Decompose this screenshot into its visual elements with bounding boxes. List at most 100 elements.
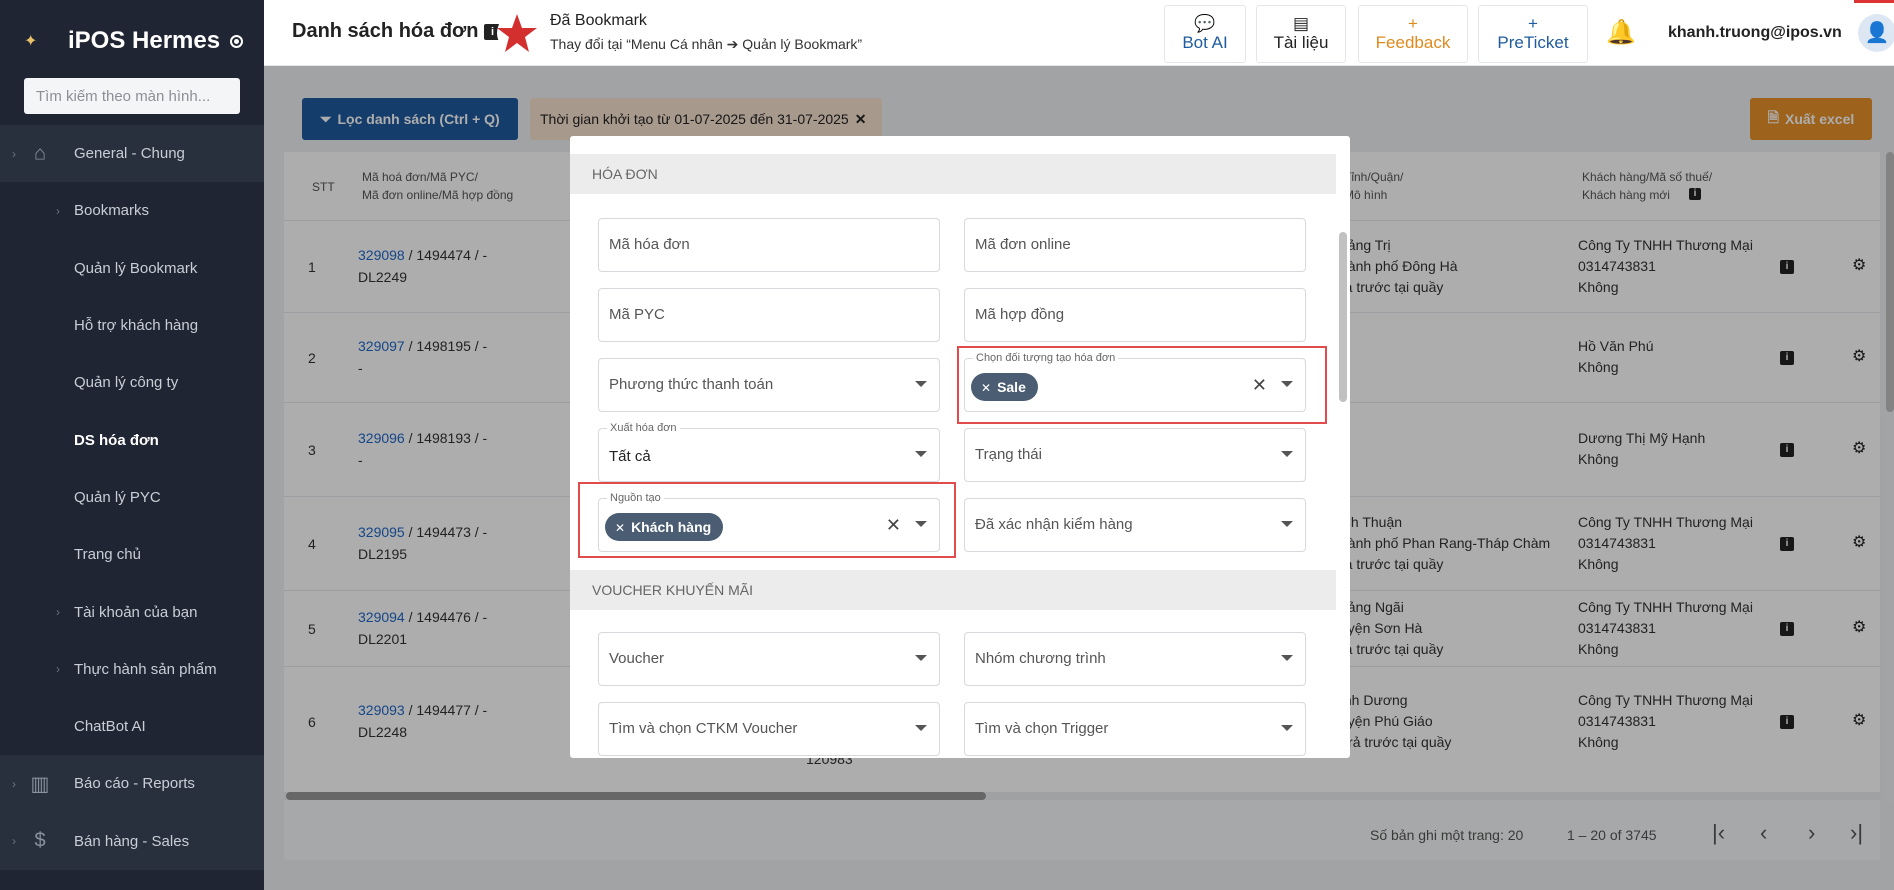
sidebar-item-bookmarks[interactable]: › Bookmarks: [0, 182, 264, 239]
modal-scrollbar-thumb[interactable]: [1339, 232, 1347, 402]
sidebar-item-label: Trang chủ: [74, 546, 141, 564]
bell-icon[interactable]: 🔔: [1606, 18, 1636, 47]
top-header: Danh sách hóa đơn i Đã Bookmark Thay đổi …: [264, 0, 1894, 66]
sidebar-item-pyc[interactable]: Quản lý PYC: [0, 469, 264, 526]
chevron-right-icon: ›: [56, 203, 60, 218]
program-group-select[interactable]: Nhóm chương trình: [964, 632, 1306, 686]
field-placeholder: Mã đơn online: [975, 236, 1071, 253]
field-placeholder: Phương thức thanh toán: [609, 376, 774, 393]
bot-ai-label: Bot AI: [1182, 33, 1228, 52]
chevron-right-icon: ›: [56, 605, 60, 620]
preticket-label: PreTicket: [1497, 33, 1569, 52]
page-title-text: Danh sách hóa đơn: [292, 20, 479, 42]
dropdown-arrow-icon[interactable]: [1281, 521, 1293, 527]
status-select[interactable]: Trạng thái: [964, 428, 1306, 482]
field-placeholder: Trạng thái: [975, 446, 1042, 463]
sidebar-item-reports[interactable]: › ▥ Báo cáo - Reports: [0, 755, 264, 813]
dollar-icon: $: [34, 829, 46, 852]
docs-button[interactable]: ▤ Tài liệu: [1256, 5, 1346, 63]
sidebar-item-label: Quản lý Bookmark: [74, 259, 198, 277]
app-name: iPOS Hermes: [68, 27, 221, 54]
stock-confirm-select[interactable]: Đã xác nhận kiểm hàng: [964, 498, 1306, 552]
dropdown-arrow-icon[interactable]: [915, 381, 927, 387]
field-value: Tất cả: [609, 448, 651, 465]
feedback-label: Feedback: [1375, 33, 1451, 52]
bookmark-title: Đã Bookmark: [550, 12, 647, 29]
dropdown-arrow-icon[interactable]: [1281, 725, 1293, 731]
sidebar-item-label: DS hóa đơn: [74, 431, 159, 449]
sidebar-item-label: Quản lý công ty: [74, 374, 179, 392]
sidebar-item-label: General - Chung: [74, 145, 185, 163]
sidebar-item-company[interactable]: Quản lý công ty: [0, 354, 264, 411]
field-placeholder: Đã xác nhận kiểm hàng: [975, 516, 1133, 533]
brand: ✦ iPOS Hermes: [24, 24, 244, 58]
dropdown-arrow-icon[interactable]: [1281, 451, 1293, 457]
home-icon: ⌂: [33, 142, 47, 165]
feedback-button[interactable]: + Feedback: [1358, 5, 1468, 63]
sidebar-item-general[interactable]: › ⌂ General - Chung: [0, 125, 264, 183]
bar-chart-icon: ▥: [30, 773, 50, 796]
contract-code-field[interactable]: Mã hợp đồng: [964, 288, 1306, 342]
chevron-right-icon: ›: [12, 834, 16, 849]
page-title: Danh sách hóa đơn i: [292, 20, 501, 43]
sidebar-item-support[interactable]: Hỗ trợ khách hàng: [0, 297, 264, 354]
pyc-code-field[interactable]: Mã PYC: [598, 288, 940, 342]
ctkm-voucher-select[interactable]: Tìm và chọn CTKM Voucher: [598, 702, 940, 756]
voucher-select[interactable]: Voucher: [598, 632, 940, 686]
sidebar-item-label: Bán hàng - Sales: [74, 832, 190, 850]
field-placeholder: Voucher: [609, 650, 665, 667]
bookmark-star-icon[interactable]: [496, 12, 538, 54]
dropdown-arrow-icon[interactable]: [1281, 655, 1293, 661]
dropdown-arrow-icon[interactable]: [915, 655, 927, 661]
sidebar-item-invoices[interactable]: DS hóa đơn: [0, 411, 264, 468]
preticket-button[interactable]: + PreTicket: [1478, 5, 1588, 63]
trigger-select[interactable]: Tìm và chọn Trigger: [964, 702, 1306, 756]
sidebar-item-home[interactable]: Trang chủ: [0, 526, 264, 583]
field-placeholder: Tìm và chọn Trigger: [975, 720, 1109, 737]
sidebar-item-sales[interactable]: › $ Bán hàng - Sales: [0, 812, 264, 870]
docs-label: Tài liệu: [1273, 33, 1329, 52]
top-accent-bar: [1854, 0, 1894, 3]
sidebar-item-label: Quản lý PYC: [74, 488, 161, 506]
payment-method-select[interactable]: Phương thức thanh toán: [598, 358, 940, 412]
section-invoice: HÓA ĐƠN: [570, 154, 1336, 194]
filter-modal: HÓA ĐƠN Mã hóa đơn Mã đơn online Mã PYC …: [570, 136, 1350, 758]
export-invoice-select[interactable]: Xuất hóa đơn Tất cả: [598, 421, 940, 482]
field-placeholder: Nhóm chương trình: [975, 650, 1106, 667]
sidebar-item-label: Báo cáo - Reports: [74, 775, 195, 793]
field-placeholder: Tìm và chọn CTKM Voucher: [609, 720, 798, 737]
sidebar-item-label: ChatBot AI: [74, 718, 146, 736]
sidebar-menu: › ⌂ General - Chung › Bookmarks Quản lý Boo…: [0, 125, 264, 870]
bookmark-info: Đã Bookmark Thay đổi tại “Menu Cá nhân ➔…: [550, 12, 862, 53]
plus-icon: +: [1408, 14, 1418, 33]
chevron-right-icon: ›: [56, 662, 60, 677]
chevron-right-icon: ›: [12, 146, 16, 161]
sidebar-item-label: Hỗ trợ khách hàng: [74, 317, 199, 335]
user-email[interactable]: khanh.truong@ipos.vn: [1668, 24, 1842, 42]
field-placeholder: Mã hợp đồng: [975, 306, 1065, 323]
user-avatar-icon[interactable]: 👤: [1858, 14, 1894, 52]
sidebar-item-label: Bookmarks: [74, 202, 150, 220]
sidebar-item-chatbot[interactable]: ChatBot AI: [0, 698, 264, 755]
highlight-box: [578, 482, 956, 558]
bookmark-hint: Thay đổi tại “Menu Cá nhân ➔ Quản lý Boo…: [550, 36, 863, 52]
bird-logo-icon: ✦: [24, 33, 38, 50]
chat-bubble-icon: 💬: [1194, 14, 1216, 33]
sidebar-item-manage-bookmark[interactable]: Quản lý Bookmark: [0, 240, 264, 297]
radio-target-icon[interactable]: [230, 34, 244, 48]
highlight-box: [957, 346, 1327, 424]
dropdown-arrow-icon[interactable]: [915, 451, 927, 457]
plus-icon: +: [1528, 14, 1538, 33]
bot-ai-button[interactable]: 💬 Bot AI: [1164, 5, 1246, 63]
sidebar-search-input[interactable]: [24, 78, 240, 114]
sidebar-item-account[interactable]: › Tài khoản của bạn: [0, 583, 264, 640]
sidebar: ✦ iPOS Hermes › ⌂ General - Chung › Bookmar…: [0, 0, 264, 890]
invoice-code-field[interactable]: Mã hóa đơn: [598, 218, 940, 272]
sidebar-item-practice[interactable]: › Thực hành sản phẩm: [0, 641, 264, 698]
dropdown-arrow-icon[interactable]: [915, 725, 927, 731]
chevron-right-icon: ›: [12, 776, 16, 791]
book-icon: ▤: [1292, 14, 1310, 33]
online-code-field[interactable]: Mã đơn online: [964, 218, 1306, 272]
section-voucher: VOUCHER KHUYẾN MÃI: [570, 570, 1336, 610]
sidebar-item-label: Tài khoản của bạn: [74, 603, 198, 621]
